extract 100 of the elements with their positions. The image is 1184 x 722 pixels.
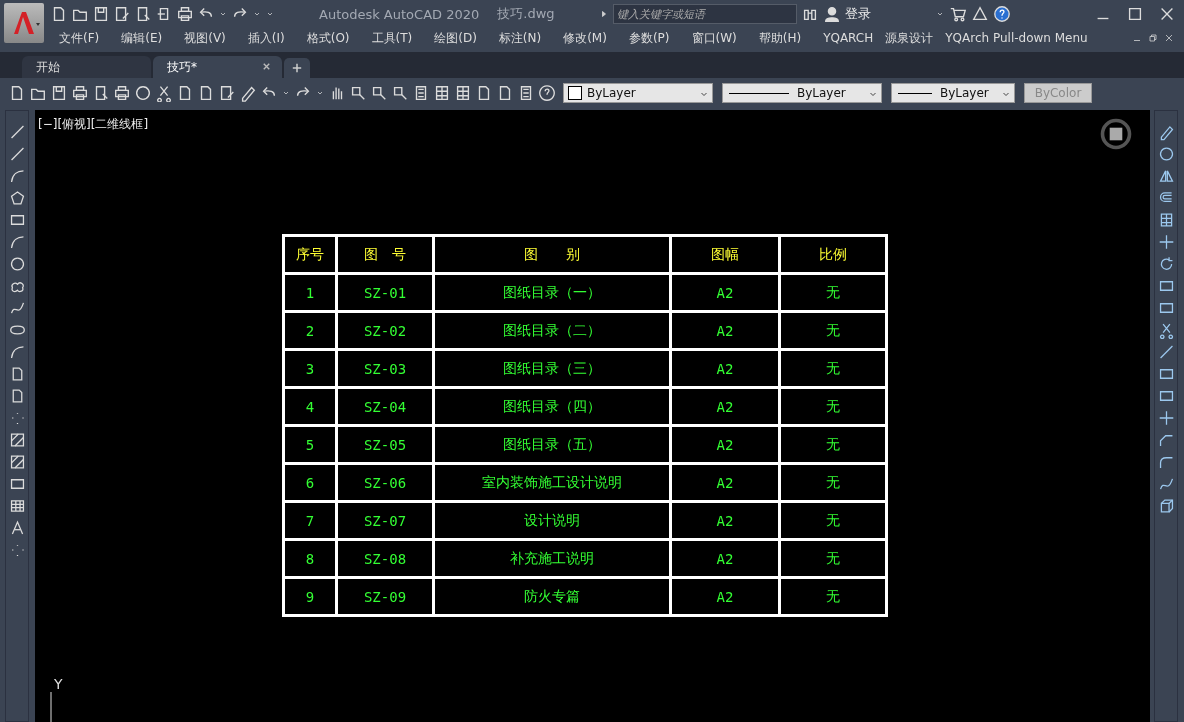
table-cell: A2 (670, 539, 780, 578)
table-cell: SZ-05 (336, 425, 434, 464)
table-cell: 无 (779, 273, 887, 312)
maximize-icon[interactable] (1126, 5, 1144, 23)
table-cell: 4 (283, 387, 337, 426)
lineweight-dropdown[interactable]: ByLayer (891, 83, 1015, 103)
table-cell: 室内装饰施工设计说明 (433, 463, 671, 502)
table-cell: SZ-09 (336, 577, 434, 616)
menu-item[interactable]: 编辑(E) (121, 29, 163, 47)
linetype-dropdown[interactable]: ByLayer (722, 83, 882, 103)
hatch-icon[interactable] (8, 431, 26, 449)
cut-icon[interactable] (155, 84, 173, 102)
table-cell: 补充施工说明 (433, 539, 671, 578)
print-icon[interactable] (176, 5, 194, 23)
table-cell: A2 (670, 425, 780, 464)
table-cell: 5 (283, 425, 337, 464)
menu-item[interactable]: 插入(I) (247, 29, 285, 47)
table-cell: 无 (779, 501, 887, 540)
triangle-network-icon[interactable] (970, 5, 989, 23)
help-icon[interactable] (992, 5, 1011, 23)
table-cell: 设计说明 (433, 501, 671, 540)
menu-item[interactable]: 工具(T) (371, 29, 413, 47)
table-cell: 防火专篇 (433, 577, 671, 616)
table-cell: SZ-04 (336, 387, 434, 426)
table-cell: A2 (670, 463, 780, 502)
table-cell: A2 (670, 349, 780, 388)
table-cell: 图纸目录（三） (433, 349, 671, 388)
table-cell: A2 (670, 577, 780, 616)
axis-label: Y (54, 676, 63, 692)
trim-icon[interactable] (1157, 321, 1175, 339)
table-cell: 无 (779, 425, 887, 464)
table-cell: 无 (779, 463, 887, 502)
column-header: 比例 (779, 235, 887, 274)
column-header: 图 号 (336, 235, 434, 274)
window-title: Autodesk AutoCAD 2020 (319, 6, 480, 22)
table-cell: 无 (779, 311, 887, 350)
table-icon[interactable] (8, 497, 26, 515)
table-cell: 无 (779, 349, 887, 388)
table-cell: 6 (283, 463, 337, 502)
table-cell: SZ-08 (336, 539, 434, 578)
menu-item[interactable]: YQARCH (823, 31, 874, 45)
menu-item[interactable]: 窗口(W) (691, 29, 737, 47)
table-cell: A2 (670, 273, 780, 312)
polygon-icon[interactable] (8, 189, 26, 207)
viewcube-icon[interactable] (1098, 116, 1134, 152)
table-cell: 图纸目录（五） (433, 425, 671, 464)
arc-icon[interactable] (8, 233, 26, 251)
menu-item[interactable]: 格式(O) (306, 29, 350, 47)
table-cell: 8 (283, 539, 337, 578)
menu-item[interactable]: 修改(M) (563, 29, 607, 47)
table-cell: A2 (670, 311, 780, 350)
color-dropdown[interactable]: ByLayer (563, 83, 713, 103)
viewport-label[interactable]: [−][俯视][二维线框] (38, 116, 149, 133)
menu-item[interactable]: 文件(F) (59, 29, 100, 47)
print-icon[interactable] (71, 84, 89, 102)
menu-item[interactable]: 视图(V) (184, 29, 226, 47)
table-cell: SZ-07 (336, 501, 434, 540)
file-tab[interactable]: 开始 (22, 56, 151, 78)
plus-icon (291, 62, 303, 74)
search-field[interactable]: 键入关键字或短语 (612, 4, 797, 24)
y-axis-line (49, 692, 53, 722)
table-cell: 1 (283, 273, 337, 312)
menu-item[interactable]: YQArch Pull-down Menu (945, 31, 1088, 45)
close-icon[interactable] (261, 61, 272, 72)
menu-item[interactable]: 源泉设计 (885, 29, 934, 47)
cart-icon[interactable] (948, 5, 967, 23)
table-cell: A2 (670, 387, 780, 426)
table-cell: 无 (779, 539, 887, 578)
save-icon[interactable] (50, 84, 68, 102)
column-header: 图幅 (670, 235, 780, 274)
help-icon[interactable] (538, 84, 556, 102)
save-icon[interactable] (92, 5, 110, 23)
menu-item[interactable]: 标注(N) (498, 29, 542, 47)
table-cell: 图纸目录（一） (433, 273, 671, 312)
close-icon[interactable] (1164, 33, 1174, 43)
menu-item[interactable]: 帮助(H) (758, 29, 802, 47)
table-cell: A2 (670, 501, 780, 540)
zoom-icon[interactable] (349, 84, 367, 102)
column-header: 图 别 (433, 235, 671, 274)
user-icon[interactable] (822, 5, 841, 23)
table-cell: SZ-01 (336, 273, 434, 312)
menu-item[interactable]: 绘图(D) (434, 29, 477, 47)
line-icon[interactable] (8, 123, 26, 141)
sign-in-link[interactable]: 登录 (844, 5, 871, 23)
table-cell: 9 (283, 577, 337, 616)
table-cell: 7 (283, 501, 337, 540)
table-cell: 无 (779, 577, 887, 616)
table-cell: SZ-02 (336, 311, 434, 350)
restore-icon[interactable] (1148, 33, 1158, 43)
table-cell: 图纸目录（四） (433, 387, 671, 426)
table-cell: SZ-03 (336, 349, 434, 388)
table-cell: 图纸目录（二） (433, 311, 671, 350)
column-header: 序号 (283, 235, 337, 274)
file-tab[interactable]: 技巧* (153, 56, 282, 78)
table-cell: 2 (283, 311, 337, 350)
table-cell: 3 (283, 349, 337, 388)
menu-item[interactable]: 参数(P) (628, 29, 670, 47)
app-logo-icon[interactable] (4, 3, 44, 43)
file-name: 技巧.dwg (497, 5, 555, 23)
new-tab-button[interactable] (284, 58, 310, 78)
